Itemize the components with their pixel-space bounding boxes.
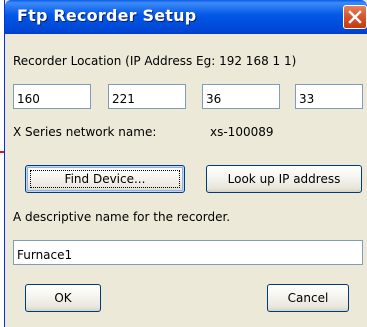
ok-label: OK	[54, 291, 72, 305]
close-button[interactable]	[343, 5, 367, 29]
ip-octet-2-field[interactable]	[108, 84, 186, 109]
look-up-ip-address-label: Look up IP address	[227, 172, 341, 186]
ftp-recorder-setup-dialog: Ftp Recorder Setup Recorder Location (IP…	[4, 0, 367, 327]
ip-octet-1-field[interactable]	[13, 84, 91, 109]
description-label: A descriptive name for the recorder.	[13, 210, 231, 224]
network-name-label: X Series network name:	[13, 125, 157, 139]
title-bar[interactable]: Ftp Recorder Setup	[5, 0, 367, 34]
window-title: Ftp Recorder Setup	[17, 6, 197, 25]
cancel-label: Cancel	[287, 291, 329, 305]
network-name-value: xs-100089	[210, 125, 274, 139]
close-icon	[348, 10, 362, 24]
recorder-description-field[interactable]	[13, 240, 363, 265]
look-up-ip-address-button[interactable]: Look up IP address	[206, 165, 362, 193]
screen: Ftp Recorder Setup Recorder Location (IP…	[0, 0, 367, 327]
cancel-button[interactable]: Cancel	[267, 284, 349, 312]
recorder-location-label: Recorder Location (IP Address Eg: 192 16…	[13, 54, 297, 68]
find-device-button[interactable]: Find Device...	[25, 165, 185, 193]
ok-button[interactable]: OK	[25, 284, 101, 312]
find-device-label: Find Device...	[64, 172, 146, 186]
dialog-body: Recorder Location (IP Address Eg: 192 16…	[5, 34, 367, 327]
ip-octet-3-field[interactable]	[202, 84, 280, 109]
ip-octet-4-field[interactable]	[295, 84, 363, 109]
